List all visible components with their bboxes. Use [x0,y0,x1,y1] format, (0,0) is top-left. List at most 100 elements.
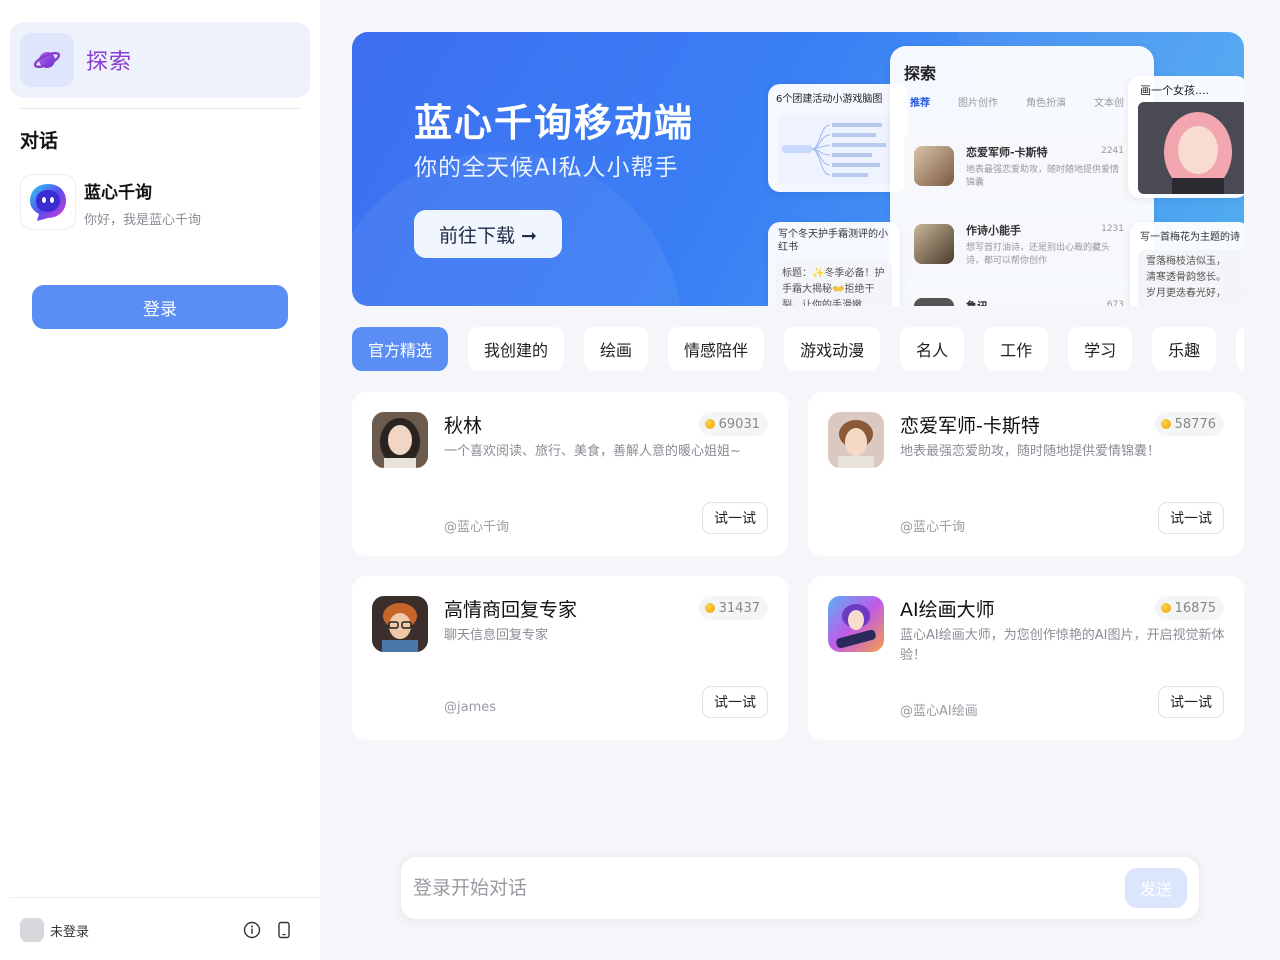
sidebar-divider [20,108,300,109]
mobile-phone-icon[interactable] [274,920,294,940]
avatar [372,596,428,652]
tab-my-created[interactable]: 我创建的 [468,327,565,371]
download-button[interactable]: 前往下载 ➞ [414,210,562,258]
agent-name: 高情商回复专家 [444,599,578,621]
note-preview-body: 标题：✨冬季必备！护手霜大揭秘👐拒绝干裂，让你的手滑嫩 [776,262,892,306]
usage-count: 58776 [1174,416,1216,432]
explore-preview-tab: 角色扮演 [1026,98,1066,109]
explore-preview-item-count: 673 [1106,300,1124,306]
sidebar: 探索 对话 蓝心千询 你好，我是蓝心千询 登录 未登录 [0,0,320,960]
agent-description: 一个喜欢阅读、旅行、美食，善解人意的暖心姐姐~ [444,444,741,459]
tab-work[interactable]: 工作 [984,327,1049,371]
avatar [914,298,954,306]
mindmap-preview-card: 6个团建活动小游戏脑图 [768,84,908,192]
agent-author: @蓝心千询 [444,520,510,535]
category-tabs: 官方精选 我创建的 绘画 情感陪伴 游戏动漫 名人 工作 学习 乐趣 [352,327,1244,373]
explore-preview-item: 恋爱军师-卡斯特 2241 地表最强恋爱助攻，随时随地提供爱情锦囊 [904,132,1134,200]
coin-icon [1160,603,1171,613]
image-preview-card: 画一个女孩.... [1128,76,1244,198]
explore-preview-title: 探索 [904,64,937,83]
poem-preview-card: 写一首梅花为主题的诗 雪落梅枝洁似玉， 清寒透骨韵悠长。 岁月更迭春光好， [1130,222,1244,306]
agent-description: 地表最强恋爱助攻，随时随地提供爱情锦囊！ [900,444,1161,459]
mindmap-graphic [778,115,898,185]
tab-overflow[interactable] [1236,327,1244,371]
footer-divider [10,897,320,898]
usage-count: 16875 [1174,600,1216,616]
avatar [828,596,884,652]
avatar [914,224,954,264]
explore-preview-card: 探索 推荐 图片创作 角色扮演 文本创 恋爱军师-卡斯特 2241 地表最强恋爱… [890,46,1154,306]
explore-preview-item-desc: 地表最强恋爱助攻，随时随地提供爱情锦囊 [966,165,1120,188]
tab-drawing[interactable]: 绘画 [584,327,649,371]
explore-preview-item-name: 恋爱军师-卡斯特 [966,146,1048,159]
tab-study[interactable]: 学习 [1068,327,1133,371]
explore-preview-item-count: 2241 [1101,146,1124,156]
conversation-title: 蓝心千询 [84,183,152,203]
agent-description: 蓝心AI绘画大师，为您创作惊艳的AI图片，开启视觉新体验！ [900,628,1225,663]
tab-emotional[interactable]: 情感陪伴 [668,327,765,371]
chat-input[interactable] [413,871,1113,905]
usage-badge: 31437 [698,596,768,620]
lanxin-logo-icon [20,174,76,230]
explore-preview-tab: 推荐 [910,98,930,109]
explore-label: 探索 [86,50,133,75]
agent-name: 恋爱军师-卡斯特 [900,415,1040,437]
usage-badge: 58776 [1154,412,1224,436]
poem-line: 雪落梅枝洁似玉， [1146,256,1226,267]
user-avatar[interactable] [20,918,44,942]
coin-icon [704,603,715,613]
send-button[interactable]: 发送 [1125,868,1187,908]
explore-preview-tab: 图片创作 [958,98,998,109]
explore-preview-item-name: 作诗小能手 [966,224,1021,237]
chat-input-bar: 发送 [400,856,1200,920]
explore-preview-tab: 文本创 [1094,98,1124,109]
try-button[interactable]: 试一试 [702,502,768,534]
avatar [914,146,954,186]
try-button[interactable]: 试一试 [702,686,768,718]
note-preview-title: 写个冬天护手霜测评的小红书 [778,229,888,253]
explore-preview-item-name: 鲁讯 [966,298,988,306]
explore-preview-item: 鲁讯 673 [904,288,1134,306]
agent-name: 秋林 [444,415,483,437]
agent-name: AI绘画大师 [900,599,995,621]
try-button[interactable]: 试一试 [1158,502,1224,534]
conversation-item-lanxin[interactable]: 蓝心千询 你好，我是蓝心千询 [20,174,300,232]
user-status-label[interactable]: 未登录 [50,921,89,940]
avatar [828,412,884,468]
login-button[interactable]: 登录 [32,285,288,329]
poem-preview-body: 雪落梅枝洁似玉， 清寒透骨韵悠长。 岁月更迭春光好， [1138,250,1244,306]
note-preview-card: 写个冬天护手霜测评的小红书 标题：✨冬季必备！护手霜大揭秘👐拒绝干裂，让你的手滑… [768,222,900,306]
tab-official[interactable]: 官方精选 [352,327,449,371]
avatar [372,412,428,468]
agent-card-love-advisor[interactable]: 恋爱军师-卡斯特 58776 地表最强恋爱助攻，随时随地提供爱情锦囊！ @蓝心千… [808,392,1244,556]
poem-line: 岁月更迭春光好， [1146,288,1226,299]
agent-card-eq-reply[interactable]: 高情商回复专家 31437 聊天信息回复专家 @james 试一试 [352,576,788,740]
download-banner[interactable]: 蓝心千询移动端 你的全天候AI私人小帮手 前往下载 ➞ 6个团建活动小游戏脑图 … [352,32,1244,306]
banner-subtitle: 你的全天候AI私人小帮手 [414,155,679,181]
usage-count: 69031 [718,416,760,432]
info-icon[interactable] [242,920,262,940]
banner-title: 蓝心千询移动端 [414,101,695,145]
poem-line: 清寒透骨韵悠长。 [1146,272,1226,283]
coin-icon [1160,419,1171,429]
agent-card-ai-painter[interactable]: AI绘画大师 16875 蓝心AI绘画大师，为您创作惊艳的AI图片，开启视觉新体… [808,576,1244,740]
conversation-subtitle: 你好，我是蓝心千询 [84,213,202,228]
explore-preview-tabs: 推荐 图片创作 角色扮演 文本创 [890,92,1154,115]
tab-celebrities[interactable]: 名人 [900,327,965,371]
agent-author: @james [444,700,497,715]
tab-fun[interactable]: 乐趣 [1152,327,1217,371]
usage-count: 31437 [718,600,760,616]
try-button[interactable]: 试一试 [1158,686,1224,718]
tab-games-anime[interactable]: 游戏动漫 [784,327,881,371]
agent-author: @蓝心AI绘画 [900,704,978,719]
conversations-heading: 对话 [20,130,59,152]
explore-nav-button[interactable]: 探索 [10,22,310,98]
image-preview-title: 画一个女孩.... [1140,84,1209,97]
explore-preview-item-count: 1231 [1101,224,1124,234]
agent-description: 聊天信息回复专家 [444,628,549,643]
usage-badge: 16875 [1154,596,1224,620]
agent-card-qiulin[interactable]: 秋林 69031 一个喜欢阅读、旅行、美食，善解人意的暖心姐姐~ @蓝心千询 试… [352,392,788,556]
usage-badge: 69031 [698,412,768,436]
explore-preview-item: 作诗小能手 1231 想写首打油诗，还是别出心裁的藏头诗，都可以帮你创作 [904,210,1134,278]
mindmap-preview-title: 6个团建活动小游戏脑图 [776,94,883,105]
